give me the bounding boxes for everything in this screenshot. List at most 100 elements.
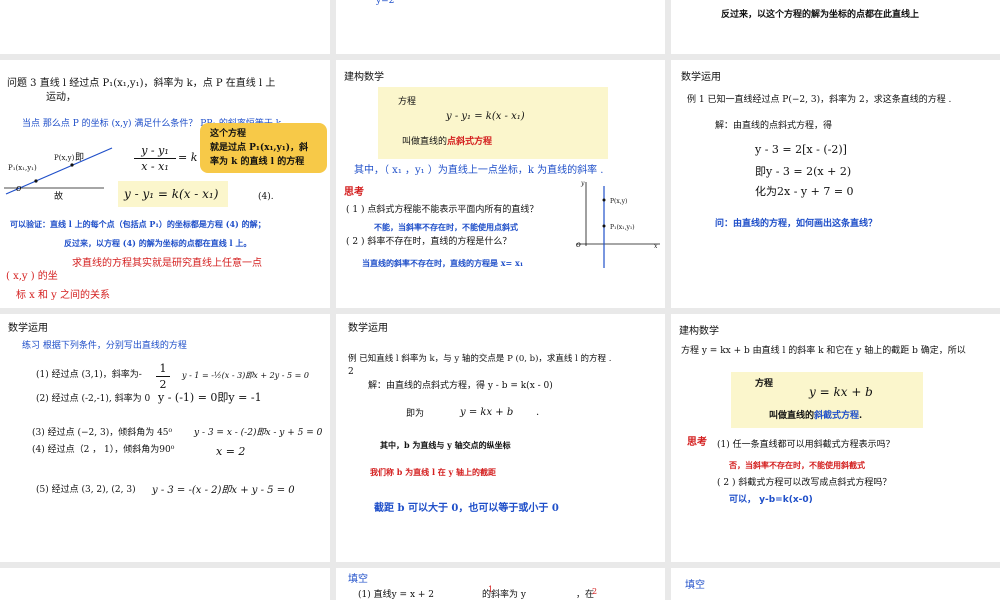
slide-title: 数学运用: [8, 323, 48, 334]
practice-item-4: (4) 经过点（2 ， 1），倾斜角为90⁰: [32, 445, 175, 455]
example-number: 2: [348, 367, 354, 377]
practice-answer-5: y - 3 = -(x - 2)即x + y - 5 = 0: [152, 485, 295, 496]
slide-practice: 数学运用 练习 根据下列条件，分别写出直线的方程 (1) 经过点 (3,1)，斜…: [0, 314, 330, 562]
think-heading: 思考: [687, 437, 707, 448]
label-p1: P₁(x₁,y₁): [8, 164, 37, 172]
blank-mark-1: 1: [488, 585, 494, 594]
slope-intercept-result: y = kx + b: [460, 407, 514, 418]
fraction-numerator: 1: [159, 362, 167, 375]
called-name: 点斜式方程: [447, 137, 493, 147]
note-line-3: 标 x 和 y 之间的关系: [16, 290, 111, 301]
called-text: 叫做直线的点斜式方程: [402, 136, 492, 149]
called-prefix: 叫做直线的: [769, 411, 815, 421]
point-p1: [34, 179, 38, 183]
blank-mark-2: 2: [592, 587, 598, 596]
practice-instruction: 练习 根据下列条件，分别写出直线的方程: [22, 341, 187, 351]
fraction-numerator: y - y₁: [141, 144, 169, 157]
slide-fill-in-1: 填空 (1) 直线y = x + 2 的斜率为 y ，在 1 2: [336, 568, 665, 600]
point-slope-formula: y - y₁ = k(x - x₁): [124, 187, 219, 201]
axis-x-label: x: [654, 243, 658, 250]
practice-answer-2: y - (-1) = 0即y = -1: [158, 391, 262, 404]
label-origin: o: [16, 184, 22, 194]
note-line-1: 求直线的方程其实就是研究直线上任意一点: [72, 258, 262, 269]
slide-top-3: 反过来，以这个方程的解为坐标的点都在此直线上: [671, 0, 1000, 54]
note-line-2: ( x,y ) 的坐: [6, 271, 58, 282]
slide-title: 数学运用: [348, 323, 388, 334]
answer-1: 否，当斜率不存在时，不能使用斜截式: [729, 460, 865, 470]
problem-statement: 问题 3 直线 l 经过点 P₁(x₁,y₁)，斜率为 k，点 P 在直线 l …: [7, 78, 276, 89]
practice-answer-3: y - 3 = x - (-2)即x - y + 5 = 0: [194, 428, 323, 438]
called-text: 叫做直线的斜截式方程.: [769, 410, 862, 423]
slide-title: 建构数学: [344, 72, 384, 83]
solution-line-1: y - 3 = 2[x - (-2)]: [755, 143, 847, 156]
solution-line-2: 即y - 3 = 2(x + 2): [755, 165, 852, 178]
label-ji: 即: [75, 153, 85, 163]
slide-construct-slope-intercept: 建构数学 方程 y = kx + b 由直线 l 的斜率 k 和它在 y 轴上的…: [671, 314, 1000, 562]
practice-item-2: (2) 经过点 (-2,-1), 斜率为 0: [36, 394, 151, 404]
slide-title: 建构数学: [679, 326, 719, 337]
called-end: .: [859, 411, 863, 421]
practice-item-1: (1) 经过点 (3,1)，斜率为-: [36, 370, 142, 380]
verify-line-2: 反过来，以方程 (4) 的解为坐标的点都在直线 l 上。: [64, 238, 252, 248]
callout-line-2: 就是过点 P₁(x₁,y₁)，斜: [210, 143, 308, 153]
problem-statement-cont: 运动，: [46, 92, 76, 103]
called-name: 斜截式方程: [814, 411, 860, 421]
slide-title: 数学运用: [681, 72, 721, 83]
point-p1: [602, 224, 606, 228]
slide-fill-in-2: 填空: [671, 568, 1000, 600]
formula-number: (4).: [258, 192, 274, 202]
answer-2: 当直线的斜率不存在时，直线的方程是 x= x₁: [362, 258, 524, 268]
practice-answer-1: y - 1 = -½(x - 3)即x + 2y - 5 = 0: [182, 371, 309, 380]
solution-intro: 解：由直线的点斜式方程，得: [715, 121, 833, 131]
slope-fraction: y - y₁ x - x₁: [134, 144, 176, 173]
fraction-denominator: 2: [159, 378, 167, 391]
box-formula: y = kx + b: [809, 385, 873, 399]
fill-line-1: (1) 直线y = x + 2: [358, 590, 435, 600]
slide-problem-3: 问题 3 直线 l 经过点 P₁(x₁,y₁)，斜率为 k，点 P 在直线 l …: [0, 60, 330, 308]
slide-bottom-1: [0, 568, 330, 600]
slide-example-2: 数学运用 例 已知直线 l 斜率为 k，与 y 轴的交点是 P (0, b)，求…: [336, 314, 665, 562]
box-label: 方程: [398, 97, 417, 107]
converse-note: 反过来，以这个方程的解为坐标的点都在此直线上: [721, 10, 920, 20]
item-1-slope-fraction: 1 2: [156, 362, 170, 391]
fraction-equals-k: = k: [178, 151, 198, 164]
label-p1: P₁(x₁,y₁): [610, 224, 635, 231]
answer-1: 不能，当斜率不存在时，不能使用点斜式: [374, 222, 518, 232]
example-statement: 例 1 已知一直线经过点 P(−2, 3)，斜率为 2，求这条直线的方程 .: [687, 95, 952, 105]
fraction-denominator: x - x₁: [141, 160, 169, 173]
where-text: 其中，（ x₁ ，y₁ ）为直线上一点坐标，k 为直线的斜率 .: [354, 165, 604, 176]
think-heading: 思考: [344, 187, 364, 198]
question-2: ( 2 ) 斜截式方程可以改写成点斜式方程吗？: [717, 478, 892, 488]
slide-example-1: 数学运用 例 1 已知一直线经过点 P(−2, 3)，斜率为 2，求这条直线的方…: [671, 60, 1000, 308]
callout-line-1: 这个方程: [210, 129, 247, 139]
fraction-bar: [134, 158, 176, 159]
point-p: [602, 198, 606, 202]
verify-line-1: 可以验证：直线 l 上的每个点（包括点 P₁）的坐标都是方程 (4) 的解；: [10, 219, 266, 229]
label-ji: 即为: [406, 409, 425, 419]
called-prefix: 叫做直线的: [402, 137, 448, 147]
label-gu: 故: [54, 192, 64, 202]
box-label: 方程: [755, 379, 774, 389]
intercept-note-1: 其中，b 为直线与 y 轴交点的纵坐标: [380, 440, 511, 450]
practice-answer-4: x = 2: [216, 445, 246, 458]
answer-2: 可以， y-b=k(x-0): [729, 495, 813, 505]
slide-top-1: [0, 0, 330, 54]
slide-title: 填空: [348, 574, 368, 585]
solution-line-3: 化为2x - y + 7 = 0: [755, 185, 854, 198]
label-p: P(x,y): [54, 154, 75, 162]
partial-text: y=2: [376, 0, 395, 6]
intercept-note-2: 我们称 b 为直线 l 在 y 轴上的截距: [370, 467, 496, 477]
slide-construct-point-slope: 建构数学 方程 y - y₁ = k(x - x₁) 叫做直线的点斜式方程 其中…: [336, 60, 665, 308]
slide-title: 填空: [685, 580, 705, 591]
follow-up-question: 问：由直线的方程，如何画出这条直线？: [715, 219, 878, 229]
question-2: ( 2 ) 斜率不存在时，直线的方程是什么？: [346, 237, 512, 247]
box-formula: y - y₁ = k(x - x₁): [446, 111, 525, 122]
solution-line: 解：由直线的点斜式方程，得 y - b = k(x - 0): [368, 381, 553, 391]
axis-y-label: y: [581, 180, 585, 187]
callout-line-3: 率为 k 的直线 l 的方程: [210, 157, 305, 167]
practice-item-3: (3) 经过点 (−2, 3)，倾斜角为 45⁰: [32, 428, 173, 438]
definition-intro: 方程 y = kx + b 由直线 l 的斜率 k 和它在 y 轴上的截距 b …: [681, 346, 966, 356]
slide-top-2: y=2: [336, 0, 665, 54]
fraction-bar: [156, 376, 170, 377]
practice-item-5: (5) 经过点 (3, 2), (2, 3): [36, 485, 136, 495]
